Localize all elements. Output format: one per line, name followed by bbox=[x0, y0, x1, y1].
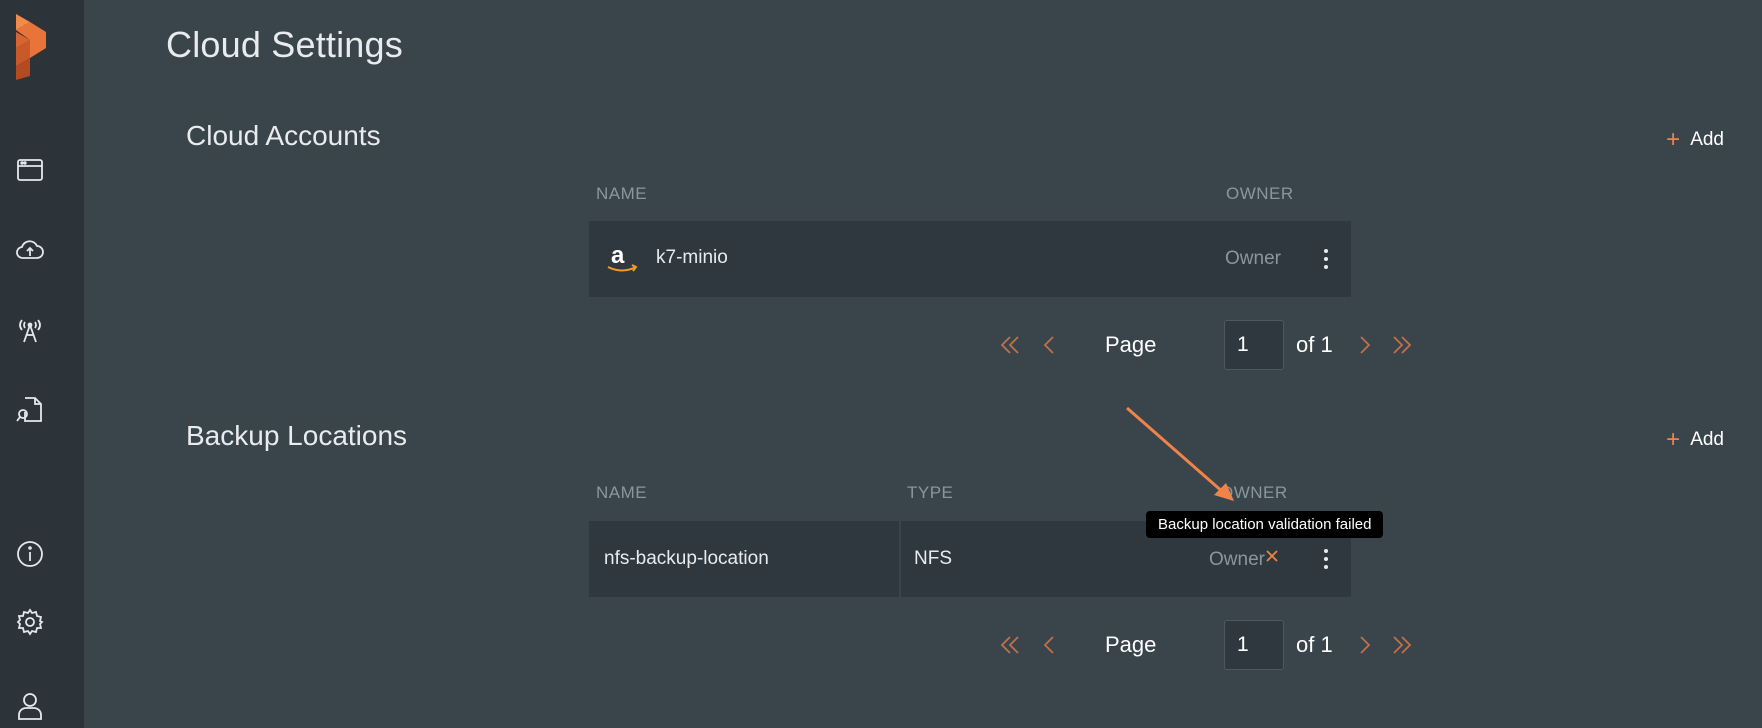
next-page-icon[interactable] bbox=[1350, 630, 1378, 660]
plus-icon: + bbox=[1666, 426, 1681, 453]
backup-locations-title: Backup Locations bbox=[186, 420, 408, 451]
row-menu-icon[interactable] bbox=[1316, 244, 1336, 274]
svg-text:a: a bbox=[611, 244, 625, 269]
main-content: Cloud Settings Cloud Accounts + Add NAME… bbox=[84, 0, 1762, 728]
antenna-icon[interactable] bbox=[12, 312, 48, 348]
next-page-icon[interactable] bbox=[1350, 330, 1378, 360]
plus-icon: + bbox=[1666, 126, 1681, 153]
validation-tooltip: Backup location validation failed bbox=[1146, 511, 1384, 538]
add-label: Add bbox=[1690, 129, 1724, 150]
column-header-type: TYPE bbox=[907, 483, 954, 502]
cloud-account-name: k7-minio bbox=[656, 247, 728, 268]
last-page-icon[interactable] bbox=[1388, 630, 1416, 660]
page-title: Cloud Settings bbox=[166, 24, 403, 65]
document-search-icon[interactable] bbox=[12, 392, 48, 428]
first-page-icon[interactable] bbox=[996, 630, 1024, 660]
dashboard-icon[interactable] bbox=[12, 152, 48, 188]
portworx-logo[interactable] bbox=[10, 14, 50, 80]
annotation-arrow bbox=[1126, 406, 1234, 501]
backup-locations-pager: Page of 1 bbox=[996, 620, 1416, 670]
first-page-icon[interactable] bbox=[996, 330, 1024, 360]
page-number-input[interactable] bbox=[1224, 320, 1284, 370]
column-header-name: NAME bbox=[596, 184, 648, 203]
sidebar bbox=[0, 0, 84, 728]
column-header-owner: OWNER bbox=[1226, 184, 1294, 203]
owner-label: Owner bbox=[1225, 248, 1281, 269]
add-cloud-account-button[interactable]: + Add bbox=[1666, 128, 1724, 152]
owner-label: Owner bbox=[1209, 549, 1265, 570]
gear-icon[interactable] bbox=[12, 604, 48, 640]
table-row[interactable]: a k7-minio Owner bbox=[589, 221, 1351, 297]
column-divider bbox=[899, 521, 901, 597]
add-label: Add bbox=[1690, 429, 1724, 450]
row-menu-icon[interactable] bbox=[1316, 544, 1336, 574]
page-label: Page bbox=[1105, 332, 1157, 357]
amazon-icon: a bbox=[607, 244, 638, 272]
page-label: Page bbox=[1105, 632, 1157, 657]
column-header-name: NAME bbox=[596, 483, 648, 502]
page-count-label: of 1 bbox=[1296, 632, 1333, 657]
user-icon[interactable] bbox=[12, 688, 48, 724]
cloud-accounts-pager: Page of 1 bbox=[996, 320, 1416, 370]
backup-location-type: NFS bbox=[914, 548, 952, 569]
backup-location-name: nfs-backup-location bbox=[604, 548, 769, 569]
previous-page-icon[interactable] bbox=[1036, 630, 1064, 660]
previous-page-icon[interactable] bbox=[1036, 330, 1064, 360]
close-icon[interactable] bbox=[1264, 548, 1280, 564]
page-number-input[interactable] bbox=[1224, 620, 1284, 670]
add-backup-location-button[interactable]: + Add bbox=[1666, 428, 1724, 452]
page-count-label: of 1 bbox=[1296, 332, 1333, 357]
info-icon[interactable] bbox=[12, 536, 48, 572]
cloud-upload-icon[interactable] bbox=[12, 232, 48, 268]
cloud-accounts-title: Cloud Accounts bbox=[186, 120, 381, 151]
last-page-icon[interactable] bbox=[1388, 330, 1416, 360]
